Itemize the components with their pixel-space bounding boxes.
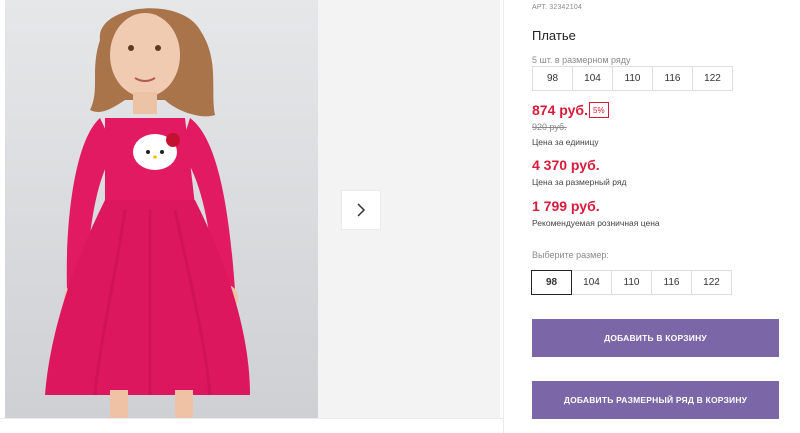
discount-badge: 5% — [589, 102, 609, 118]
size-option[interactable]: 104 — [571, 270, 612, 295]
add-pack-to-cart-button[interactable]: ДОБАВИТЬ РАЗМЕРНЫЙ РЯД В КОРЗИНУ — [532, 381, 779, 419]
pack-sizes: 98 104 110 116 122 — [532, 66, 733, 91]
article-number: АРТ. 32342104 — [532, 4, 582, 11]
unit-price: 874 руб. — [532, 102, 588, 118]
size-picker-label: Выберите размер: — [532, 250, 609, 260]
size-option[interactable]: 122 — [691, 270, 732, 295]
size-option[interactable]: 98 — [531, 270, 572, 295]
pack-size-cell: 110 — [612, 66, 653, 91]
retail-price: 1 799 руб. — [532, 198, 600, 214]
product-title: Платье — [532, 28, 576, 43]
size-option[interactable]: 116 — [651, 270, 692, 295]
pack-size-cell: 116 — [652, 66, 693, 91]
pack-note: 5 шт. в размерном ряду — [532, 55, 631, 65]
size-option[interactable]: 110 — [611, 270, 652, 295]
pack-size-cell: 98 — [532, 66, 573, 91]
article-label: АРТ. — [532, 4, 548, 11]
add-to-cart-button[interactable]: ДОБАВИТЬ В КОРЗИНУ — [532, 319, 779, 357]
product-photo — [5, 0, 318, 418]
chevron-right-icon — [357, 203, 366, 217]
pack-price-caption: Цена за размерный ряд — [532, 177, 627, 187]
pack-size-cell: 104 — [572, 66, 613, 91]
divider — [0, 418, 503, 419]
retail-price-caption: Рекомендуемая розничная цена — [532, 218, 660, 228]
pack-price: 4 370 руб. — [532, 157, 600, 173]
size-picker: 98 104 110 116 122 — [531, 270, 732, 295]
pack-size-cell: 122 — [692, 66, 733, 91]
next-image-button[interactable] — [342, 191, 380, 229]
article-value: 32342104 — [549, 4, 583, 11]
old-price: 920 руб. — [532, 122, 567, 132]
unit-price-caption: Цена за единицу — [532, 137, 599, 147]
product-gallery — [5, 0, 500, 418]
divider — [503, 0, 504, 433]
